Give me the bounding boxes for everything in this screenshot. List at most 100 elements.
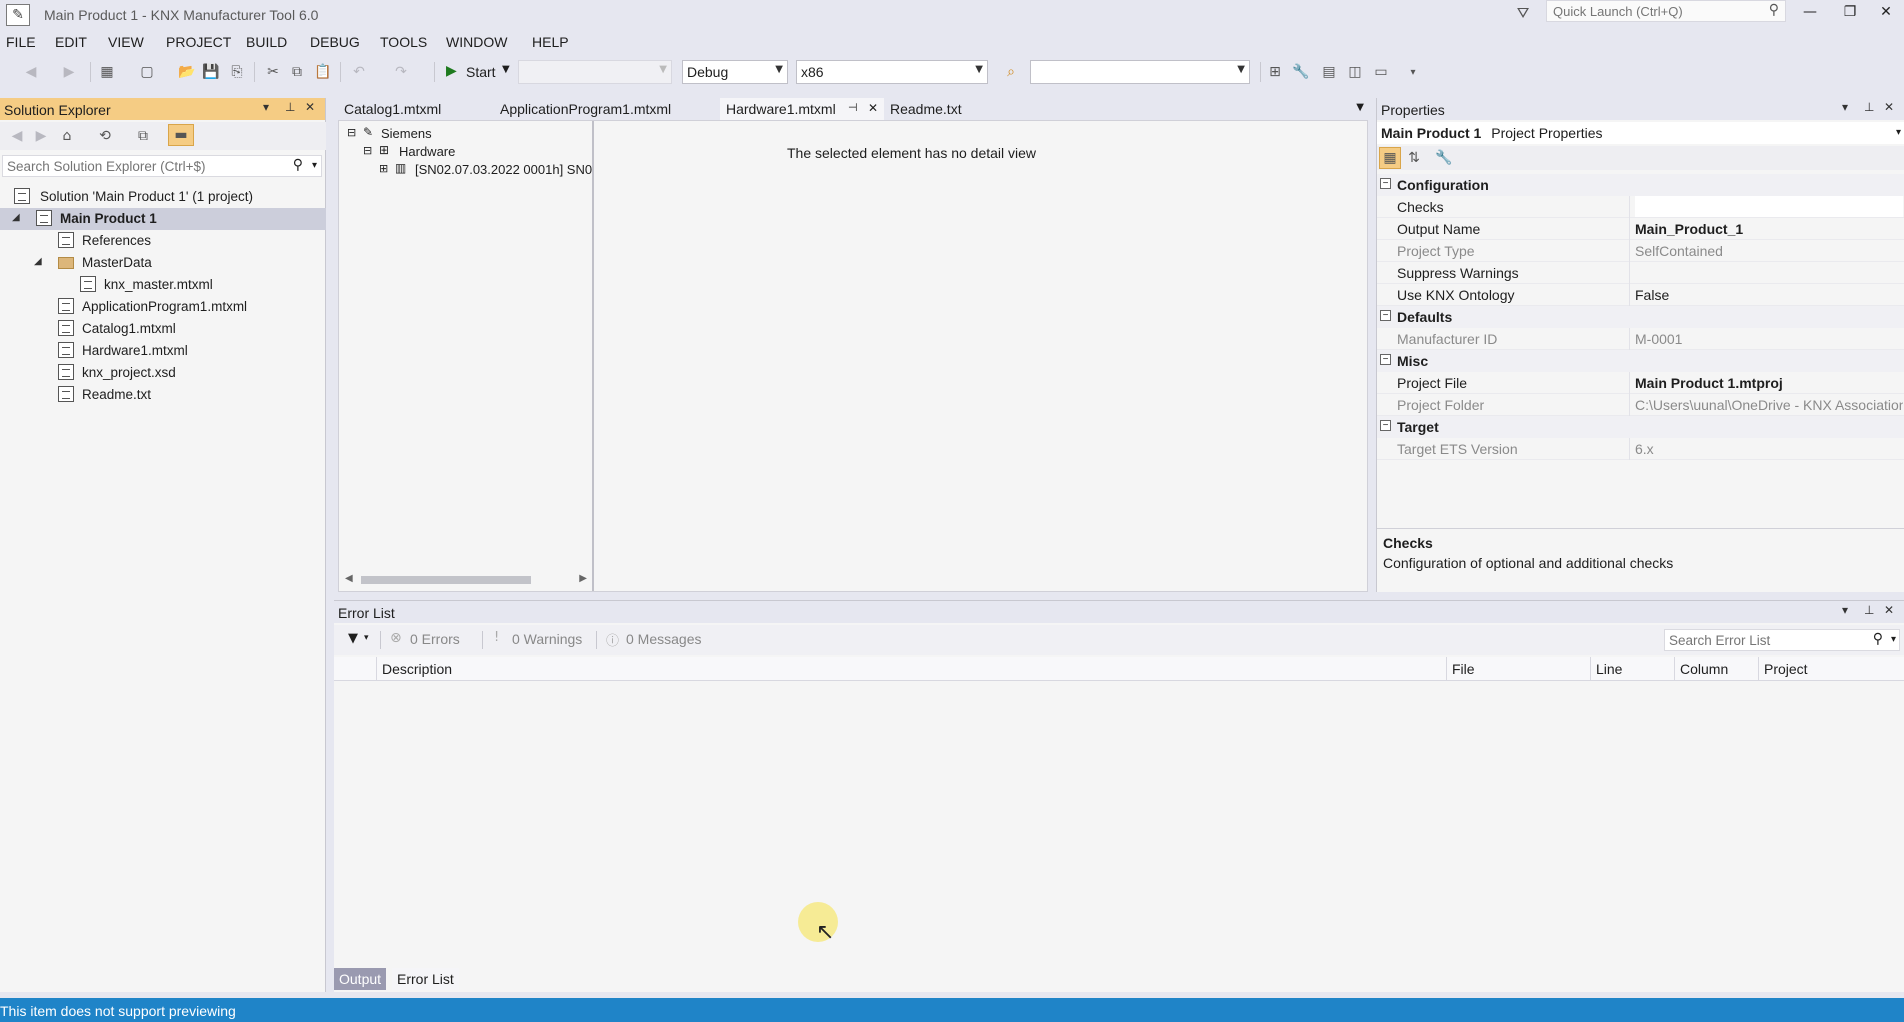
- open-file-icon[interactable]: 📂: [176, 61, 198, 83]
- pin-icon[interactable]: ⊣: [848, 101, 858, 114]
- find-combo[interactable]: ▼: [1030, 60, 1250, 84]
- search-icon[interactable]: ⚲: [1873, 631, 1883, 647]
- save-all-icon[interactable]: ⎘: [226, 61, 248, 83]
- navigate-forward-icon[interactable]: ▶: [58, 61, 80, 83]
- layout-icon[interactable]: ◫: [1344, 61, 1366, 83]
- property-pages-icon[interactable]: 🔧: [1433, 147, 1455, 169]
- property-project-file[interactable]: Project File Main Product 1.mtproj: [1377, 372, 1904, 394]
- menu-project[interactable]: PROJECT: [166, 34, 231, 50]
- collapse-box-icon[interactable]: ⊟: [347, 126, 356, 139]
- error-search-input[interactable]: [1665, 630, 1865, 650]
- redo-icon[interactable]: ↷: [390, 61, 412, 83]
- tab-readme[interactable]: Readme.txt: [884, 98, 968, 120]
- category-configuration[interactable]: − Configuration: [1377, 174, 1904, 196]
- close-icon[interactable]: ✕: [1884, 100, 1900, 118]
- dropdown-icon[interactable]: ▾: [263, 100, 279, 118]
- property-checks[interactable]: Checks: [1377, 196, 1904, 218]
- menu-window[interactable]: WINDOW: [446, 34, 507, 50]
- column-file[interactable]: File: [1452, 661, 1475, 677]
- solution-search-input[interactable]: [3, 156, 273, 176]
- category-target[interactable]: − Target: [1377, 416, 1904, 438]
- filter-icon[interactable]: ▼: [348, 631, 358, 646]
- toolbar-options-icon[interactable]: ▾: [1402, 61, 1424, 83]
- forward-icon[interactable]: ▶: [30, 125, 52, 147]
- tree-item-knx-master[interactable]: knx_master.mtxml: [0, 274, 326, 296]
- start-icon[interactable]: ▶: [446, 63, 457, 79]
- categorized-icon[interactable]: ▦: [1379, 147, 1401, 169]
- tab-overflow-icon[interactable]: ▼: [1356, 102, 1364, 113]
- horizontal-scrollbar[interactable]: ◀ ▶: [343, 571, 589, 589]
- tree-item-readme[interactable]: Readme.txt: [0, 384, 326, 406]
- error-list-search[interactable]: ⚲ ▾: [1664, 629, 1900, 651]
- build-icon[interactable]: ⊞: [1264, 61, 1286, 83]
- category-defaults[interactable]: − Defaults: [1377, 306, 1904, 328]
- scroll-thumb[interactable]: [361, 576, 531, 584]
- properties-toggle-icon[interactable]: ▬: [168, 124, 194, 146]
- scroll-left-icon[interactable]: ◀: [345, 573, 353, 584]
- quick-launch-input[interactable]: [1547, 1, 1757, 21]
- dropdown-icon[interactable]: ▾: [1842, 100, 1858, 118]
- menu-view[interactable]: VIEW: [108, 34, 144, 50]
- menu-file[interactable]: FILE: [6, 34, 36, 50]
- navigate-back-icon[interactable]: ◀: [20, 61, 42, 83]
- tree-item-application-program[interactable]: ApplicationProgram1.mtxml: [0, 296, 326, 318]
- tree-item-solution[interactable]: Solution 'Main Product 1' (1 project): [0, 186, 326, 208]
- tab-error-list[interactable]: Error List: [392, 968, 459, 990]
- column-description[interactable]: Description: [382, 661, 452, 677]
- restore-icon[interactable]: ❐: [1830, 0, 1870, 24]
- cut-icon[interactable]: ✂: [262, 61, 284, 83]
- warnings-filter-button[interactable]: 0 Warnings: [512, 631, 582, 647]
- search-icon[interactable]: ⚲: [1769, 2, 1779, 18]
- alphabetical-icon[interactable]: ⇅: [1403, 147, 1425, 169]
- tab-hardware[interactable]: Hardware1.mtxml ⊣ ✕: [720, 98, 884, 120]
- collapse-all-icon[interactable]: ⧉: [132, 125, 154, 147]
- collapse-arrow-icon[interactable]: ◢: [12, 212, 20, 223]
- menu-help[interactable]: HELP: [532, 34, 569, 50]
- close-tab-icon[interactable]: ✕: [868, 101, 878, 115]
- errors-filter-button[interactable]: 0 Errors: [410, 631, 460, 647]
- add-item-icon[interactable]: ▢: [136, 61, 158, 83]
- find-in-files-icon[interactable]: ⌕: [1000, 61, 1022, 83]
- solution-explorer-search[interactable]: ⚲ ▾: [2, 155, 322, 177]
- pin-icon[interactable]: ⊥: [1864, 603, 1880, 621]
- wrench-icon[interactable]: 🔧: [1290, 61, 1312, 83]
- tree-item-references[interactable]: References: [0, 230, 326, 252]
- collapse-icon[interactable]: −: [1380, 420, 1391, 431]
- menu-edit[interactable]: EDIT: [55, 34, 87, 50]
- tree-item-project[interactable]: ◢ Main Product 1: [0, 208, 326, 230]
- tree-item-masterdata[interactable]: ◢ MasterData: [0, 252, 326, 274]
- start-dropdown-icon[interactable]: ▼: [502, 64, 510, 75]
- search-options-icon[interactable]: ▾: [1891, 634, 1896, 645]
- search-icon[interactable]: ⚲: [293, 157, 303, 173]
- menu-tools[interactable]: TOOLS: [380, 34, 427, 50]
- close-icon[interactable]: ✕: [1884, 603, 1900, 621]
- menu-debug[interactable]: DEBUG: [310, 34, 360, 50]
- paste-icon[interactable]: 📋: [312, 61, 334, 83]
- column-column[interactable]: Column: [1680, 661, 1728, 677]
- close-icon[interactable]: ✕: [305, 100, 321, 118]
- quick-launch-box[interactable]: ⚲: [1546, 0, 1786, 22]
- chevron-down-icon[interactable]: ▾: [1896, 127, 1901, 138]
- scroll-right-icon[interactable]: ▶: [579, 573, 587, 584]
- property-suppress-warnings[interactable]: Suppress Warnings: [1377, 262, 1904, 284]
- copy-icon[interactable]: ⧉: [286, 61, 308, 83]
- dropdown-icon[interactable]: ▾: [1842, 603, 1858, 621]
- hw-node-device[interactable]: ⊞ ▥ [SN02.07.03.2022 0001h] SN0: [339, 159, 592, 181]
- home-icon[interactable]: ⌂: [56, 125, 78, 147]
- filter-dropdown-icon[interactable]: ▾: [364, 633, 369, 643]
- minimize-icon[interactable]: —: [1790, 0, 1830, 24]
- pin-icon[interactable]: ⊥: [285, 100, 301, 118]
- start-button[interactable]: Start: [466, 64, 496, 80]
- collapse-arrow-icon[interactable]: ◢: [34, 256, 42, 267]
- history-icon[interactable]: ⟲: [94, 125, 116, 147]
- collapse-box-icon[interactable]: ⊟: [363, 144, 372, 157]
- window-icon[interactable]: ▭: [1370, 61, 1392, 83]
- tree-item-knx-project-xsd[interactable]: knx_project.xsd: [0, 362, 326, 384]
- pin-icon[interactable]: ⊥: [1864, 100, 1880, 118]
- search-options-icon[interactable]: ▾: [312, 160, 317, 171]
- new-project-icon[interactable]: ▦: [96, 61, 118, 83]
- tab-output[interactable]: Output: [334, 968, 387, 990]
- close-icon[interactable]: ✕: [1866, 0, 1904, 24]
- toolbox-icon[interactable]: ▤: [1318, 61, 1340, 83]
- undo-icon[interactable]: ↶: [348, 61, 370, 83]
